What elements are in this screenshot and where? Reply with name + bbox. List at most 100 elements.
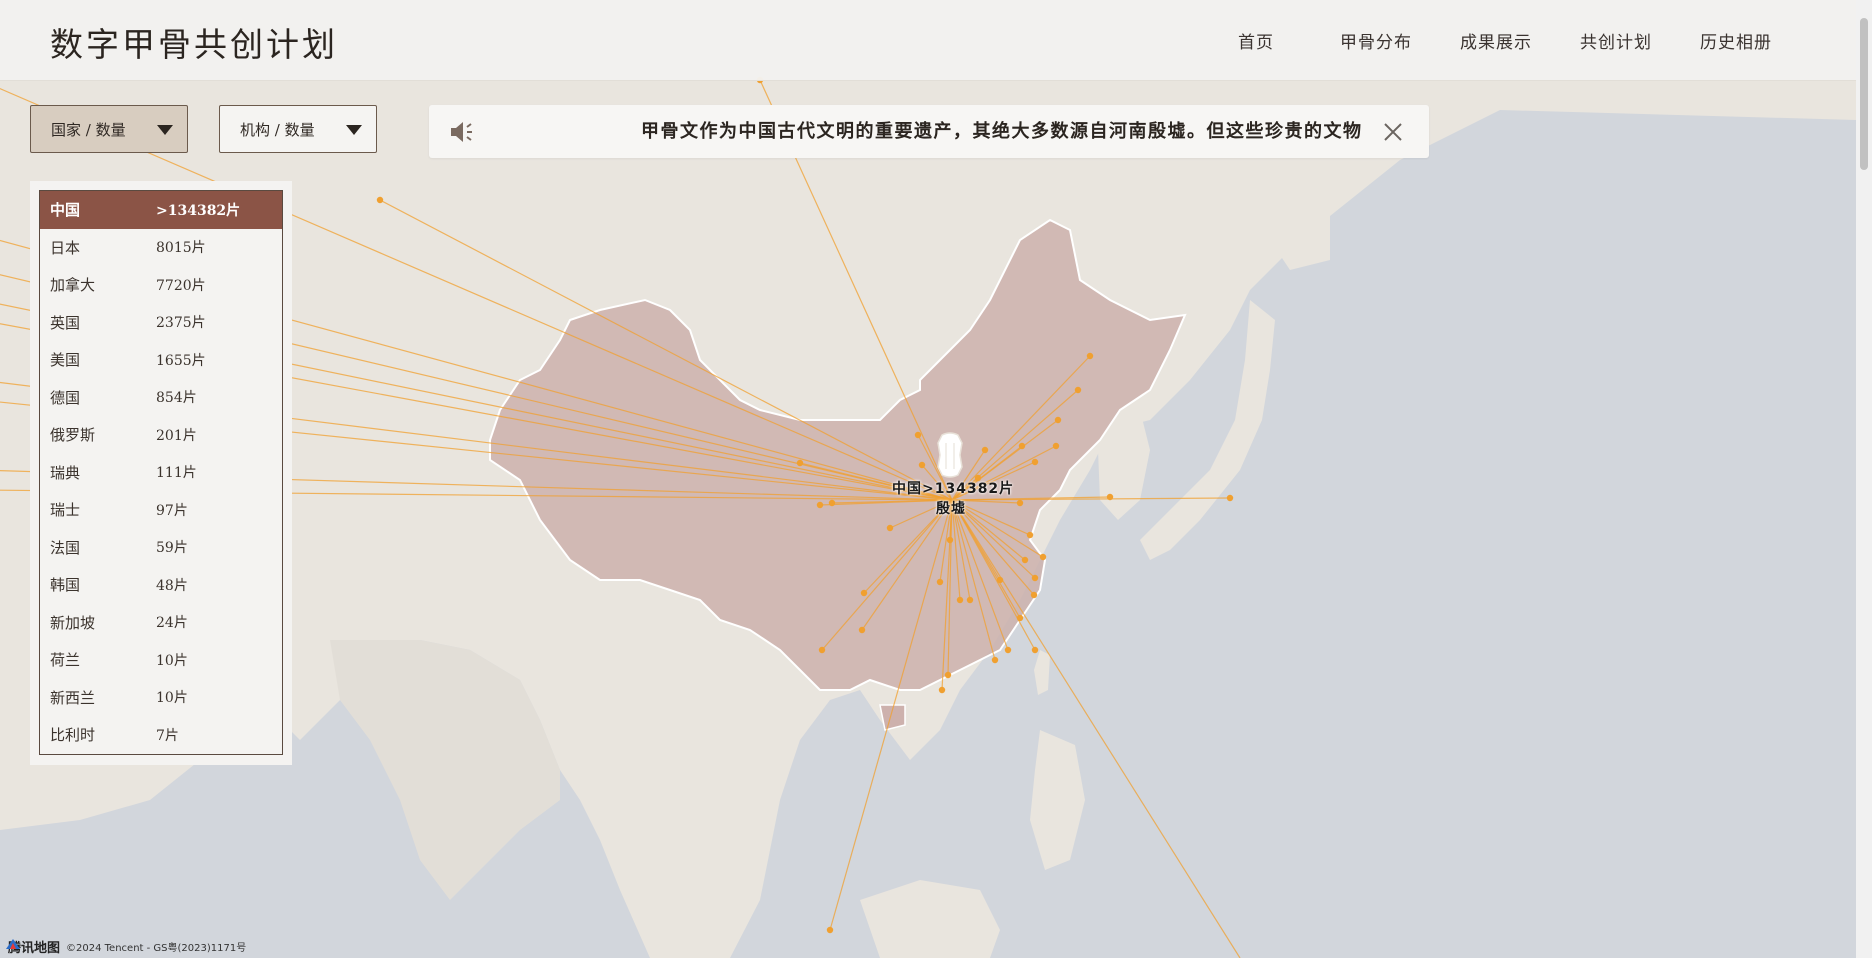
country-count-panel: 中国 >134382片 日本 8015片 加拿大 7720片 英国 2375片 美国 1655片德… xyxy=(30,181,292,765)
nav-album[interactable]: 历史相册 xyxy=(1676,28,1796,53)
site-dot[interactable] xyxy=(918,461,926,469)
country-row[interactable]: 比利时 7片 xyxy=(40,716,283,754)
country-name: 加拿大 xyxy=(50,276,96,295)
site-dot[interactable] xyxy=(860,589,868,597)
country-name: 英国 xyxy=(50,313,81,332)
nav-cocreate[interactable]: 共创计划 xyxy=(1556,28,1676,53)
country-select-label: 国家 / 数量 xyxy=(51,120,126,139)
fragment-count: 7720片 xyxy=(156,277,206,294)
fragment-count: 10片 xyxy=(156,652,188,669)
country-name: 新加坡 xyxy=(50,613,96,632)
fragment-count: 111片 xyxy=(156,465,197,482)
site-header: 数字甲骨共创计划 首页 甲骨分布 成果展示 共创计划 历史相册 xyxy=(0,0,1856,81)
site-dot[interactable] xyxy=(914,431,922,439)
country-row[interactable]: 日本 8015片 xyxy=(40,229,283,267)
oracle-bone-icon[interactable] xyxy=(937,432,963,478)
site-dot[interactable] xyxy=(826,926,834,934)
site-dot[interactable] xyxy=(376,196,384,204)
country-name: 俄罗斯 xyxy=(50,426,96,445)
site-dot[interactable] xyxy=(1021,556,1029,564)
country-row[interactable]: 法国 59片 xyxy=(40,529,283,567)
fragment-count: 1655片 xyxy=(156,352,206,369)
site-dot[interactable] xyxy=(1039,553,1047,561)
fragment-count: 7片 xyxy=(156,727,179,744)
announcement-marquee: 甲骨文作为中国古代文明的重要遗产，其绝大多数源自河南殷墟。但这些珍贵的文物 xyxy=(641,105,1401,158)
site-dot[interactable] xyxy=(858,626,866,634)
country-name: 德国 xyxy=(50,388,81,407)
fragment-count: 854片 xyxy=(156,390,197,407)
site-dot[interactable] xyxy=(1054,416,1062,424)
country-name: 法国 xyxy=(50,538,81,557)
site-dot[interactable] xyxy=(816,501,824,509)
site-dot[interactable] xyxy=(1018,442,1026,450)
country-row[interactable]: 俄罗斯 201片 xyxy=(40,416,283,454)
site-dot[interactable] xyxy=(1031,458,1039,466)
site-dot[interactable] xyxy=(1031,574,1039,582)
country-row[interactable]: 新加坡 24片 xyxy=(40,604,283,642)
fragment-count: 2375片 xyxy=(156,315,206,332)
country-row[interactable]: 新西兰 10片 xyxy=(40,679,283,717)
country-row[interactable]: 加拿大 7720片 xyxy=(40,266,283,304)
page-scrollbar[interactable] xyxy=(1856,0,1872,958)
site-dot[interactable] xyxy=(1226,494,1234,502)
nav-distribution[interactable]: 甲骨分布 xyxy=(1316,28,1436,53)
fragment-count: >134382片 xyxy=(146,190,283,229)
site-dot[interactable] xyxy=(796,459,804,467)
site-dot[interactable] xyxy=(1106,493,1114,501)
site-dot[interactable] xyxy=(818,646,826,654)
country-row[interactable]: 瑞士 97片 xyxy=(40,491,283,529)
site-dot[interactable] xyxy=(981,446,989,454)
fragment-count: 59片 xyxy=(156,540,188,557)
site-dot[interactable] xyxy=(1016,499,1024,507)
site-dot[interactable] xyxy=(944,671,952,679)
institution-count-select[interactable]: 机构 / 数量 xyxy=(219,105,377,153)
country-count-select[interactable]: 国家 / 数量 xyxy=(30,105,188,153)
site-dot[interactable] xyxy=(828,499,836,507)
country-row[interactable]: 中国 >134382片 xyxy=(39,190,283,229)
fragment-count: 48片 xyxy=(156,577,188,594)
china-marker-label[interactable]: 中国>134382片 xyxy=(892,478,1014,498)
yinxu-origin-label: 殷墟 xyxy=(936,501,966,517)
close-icon[interactable] xyxy=(1383,122,1403,142)
site-dot[interactable] xyxy=(1074,386,1082,394)
site-dot[interactable] xyxy=(938,686,946,694)
fragment-count: 8015片 xyxy=(156,240,206,257)
site-dot[interactable] xyxy=(1052,442,1060,450)
nav-results[interactable]: 成果展示 xyxy=(1436,28,1556,53)
country-row[interactable]: 瑞典 111片 xyxy=(40,454,283,492)
country-name: 瑞士 xyxy=(50,501,81,520)
site-dot[interactable] xyxy=(1031,646,1039,654)
main-nav: 首页 甲骨分布 成果展示 共创计划 历史相册 xyxy=(1196,0,1796,80)
country-name: 韩国 xyxy=(50,576,81,595)
site-dot[interactable] xyxy=(1026,531,1034,539)
scrollbar-thumb[interactable] xyxy=(1860,18,1868,170)
site-dot[interactable] xyxy=(1030,591,1038,599)
chevron-down-icon xyxy=(346,125,362,135)
country-row[interactable]: 荷兰 10片 xyxy=(40,641,283,679)
country-row[interactable]: 韩国 48片 xyxy=(40,566,283,604)
site-dot[interactable] xyxy=(966,596,974,604)
country-name: 瑞典 xyxy=(50,463,81,482)
announcement-text: 甲骨文作为中国古代文明的重要遗产，其绝大多数源自河南殷墟。但这些珍贵的文物 xyxy=(641,121,1363,142)
map-copyright: ©2024 Tencent - GS粤(2023)1171号 xyxy=(66,943,247,954)
fragment-count: 201片 xyxy=(156,427,197,444)
speaker-icon[interactable] xyxy=(449,119,475,145)
nav-home[interactable]: 首页 xyxy=(1196,28,1316,53)
country-row[interactable]: 美国 1655片 xyxy=(40,341,283,379)
country-row[interactable]: 英国 2375片 xyxy=(40,304,283,342)
site-dot[interactable] xyxy=(886,524,894,532)
fragment-count: 24片 xyxy=(156,615,188,632)
country-name: 荷兰 xyxy=(50,651,81,670)
country-name: 比利时 xyxy=(50,726,96,745)
site-dot[interactable] xyxy=(996,576,1004,584)
site-dot[interactable] xyxy=(1086,352,1094,360)
site-dot[interactable] xyxy=(946,536,954,544)
site-dot[interactable] xyxy=(991,656,999,664)
country-name: 新西兰 xyxy=(50,688,96,707)
site-dot[interactable] xyxy=(1004,646,1012,654)
site-dot[interactable] xyxy=(936,578,944,586)
site-dot[interactable] xyxy=(1016,614,1024,622)
site-title[interactable]: 数字甲骨共创计划 xyxy=(50,18,338,66)
site-dot[interactable] xyxy=(956,596,964,604)
country-row[interactable]: 德国 854片 xyxy=(40,379,283,417)
